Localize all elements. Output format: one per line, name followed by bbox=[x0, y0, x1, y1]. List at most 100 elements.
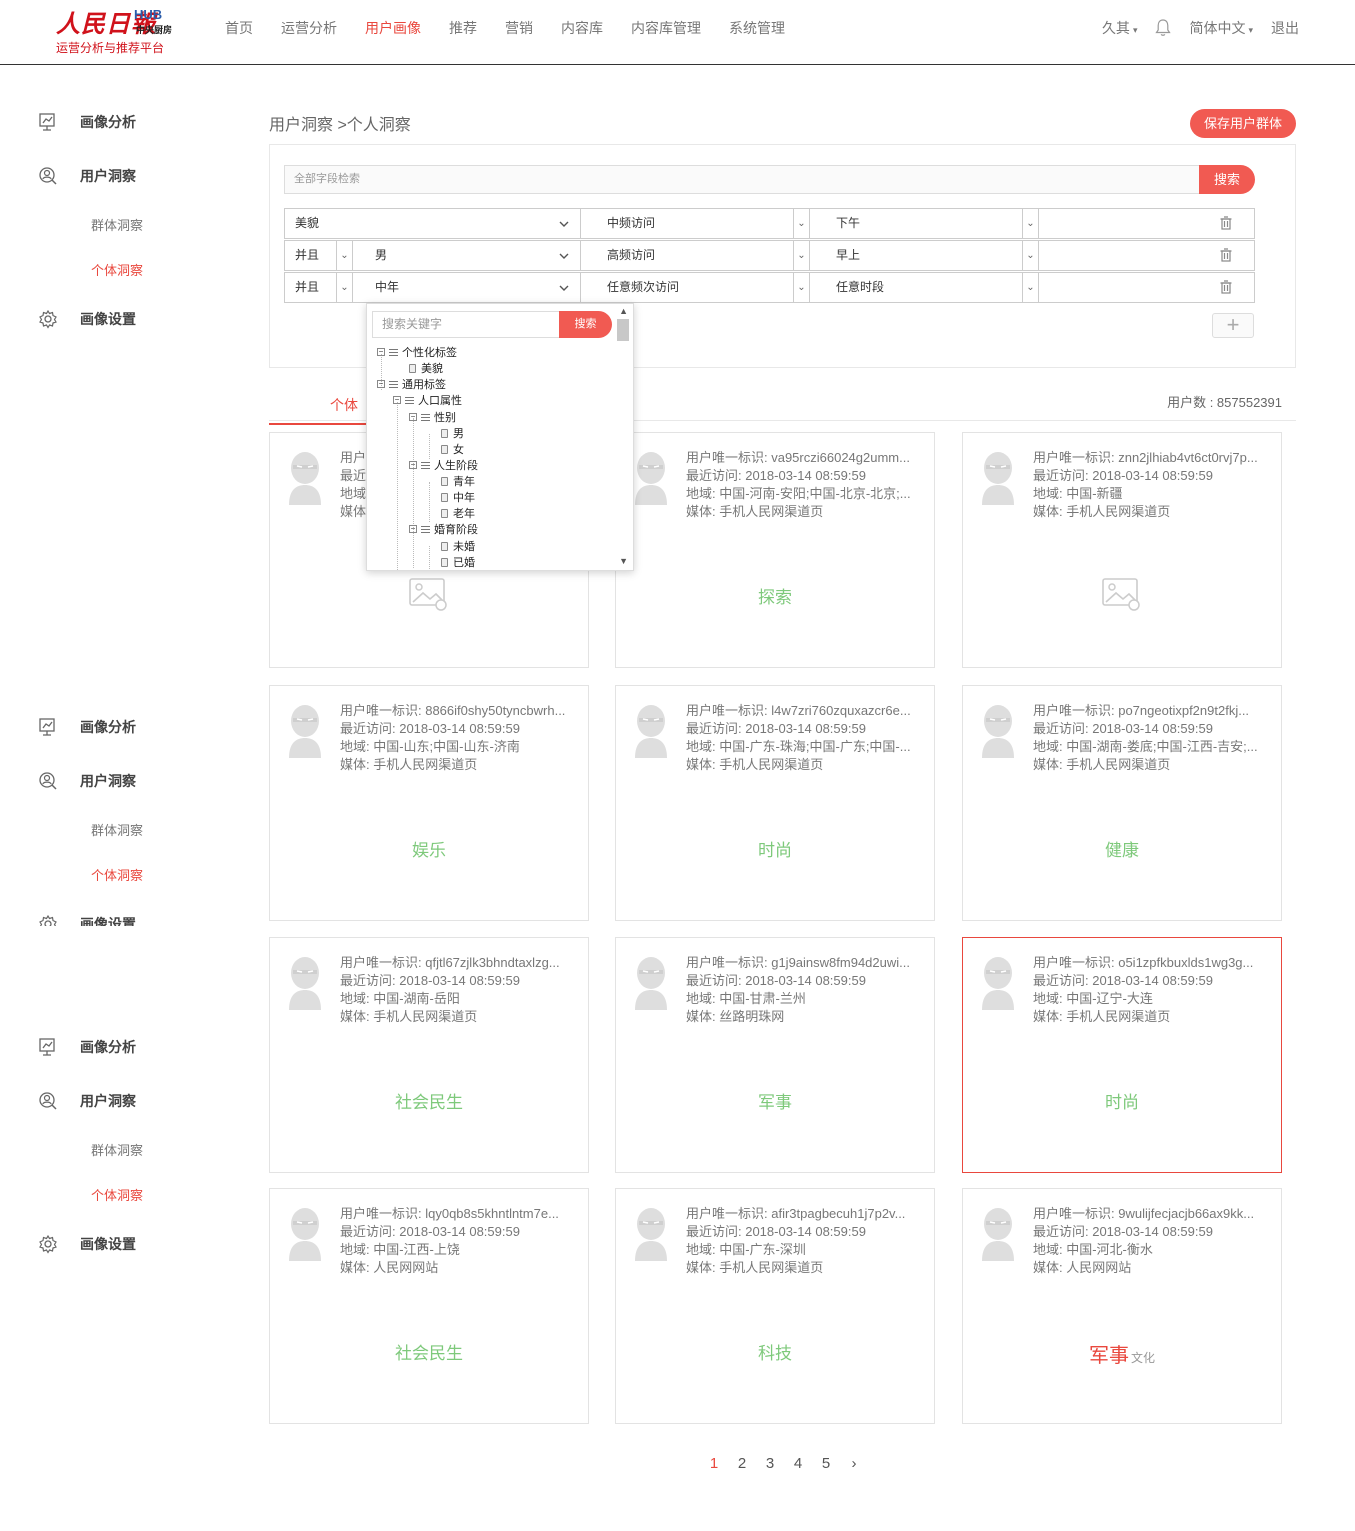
bell-icon[interactable] bbox=[1155, 19, 1172, 37]
nav-content-management[interactable]: 内容库管理 bbox=[631, 18, 701, 38]
tree-node[interactable]: − 人生阶段 bbox=[409, 458, 478, 472]
search-input[interactable]: 全部字段检索 bbox=[284, 165, 1200, 194]
sidebar-item-user-insight[interactable]: 用户洞察 bbox=[38, 1091, 136, 1111]
user-region: 地域: 中国-山东;中国-山东-济南 bbox=[340, 739, 520, 754]
period-select[interactable]: 早上 ⌄ bbox=[810, 241, 1039, 270]
scroll-thumb[interactable] bbox=[617, 319, 629, 341]
sidebar-item-portrait-settings[interactable]: 画像设置 bbox=[38, 1234, 136, 1254]
tag-select[interactable]: 中年 bbox=[353, 273, 581, 302]
user-card[interactable]: 用户唯一标识: o5i1zpfkbuxlds1wg3g... 最近访问: 2018… bbox=[962, 937, 1282, 1173]
sidebar-item-user-insight[interactable]: 用户洞察 bbox=[38, 166, 136, 186]
sidebar-item-individual-insight[interactable]: 个体洞察 bbox=[91, 1185, 143, 1204]
chevron-down-icon: ⌄ bbox=[336, 273, 352, 302]
sidebar-label: 画像分析 bbox=[80, 114, 136, 130]
user-card[interactable]: 用户唯一标识: znn2jlhiab4vt6ct0rvj7p... 最近访问: 2… bbox=[962, 432, 1282, 668]
main-nav: 首页 运营分析 用户画像 推荐 营销 内容库 内容库管理 系统管理 bbox=[225, 18, 813, 38]
nav-recommend[interactable]: 推荐 bbox=[449, 18, 477, 38]
nav-user-portrait[interactable]: 用户画像 bbox=[365, 18, 421, 38]
logout-link[interactable]: 退出 bbox=[1271, 18, 1299, 38]
sidebar-item-group-insight[interactable]: 群体洞察 bbox=[91, 215, 143, 234]
sidebar-item-user-insight[interactable]: 用户洞察 bbox=[38, 771, 136, 791]
logo[interactable]: 人民日報 HUB 中央厨房 运营分析与推荐平台 bbox=[56, 4, 186, 56]
user-card[interactable]: 用户唯一标识: po7ngeotixpf2n9t2fkj... 最近访问: 201… bbox=[962, 685, 1282, 921]
language-select[interactable]: 简体中文 ▾ bbox=[1189, 18, 1253, 38]
tree-node[interactable]: − 性别 bbox=[409, 410, 456, 424]
user-card[interactable]: 用户唯一标识: qfjtl67zjlk3bhndtaxlzg... 最近访问: 2… bbox=[269, 937, 589, 1173]
trash-icon[interactable] bbox=[1220, 280, 1232, 294]
sidebar-item-portrait-analysis[interactable]: 画像分析 bbox=[38, 112, 136, 132]
user-card[interactable]: 用户唯一标识: g1j9ainsw8fm94d2uwi... 最近访问: 2018… bbox=[615, 937, 935, 1173]
user-info: 用户唯一标识: znn2jlhiab4vt6ct0rvj7p... 最近访问: 2… bbox=[1033, 449, 1269, 521]
logic-select[interactable]: 并且 ⌄ bbox=[285, 241, 353, 270]
user-card[interactable]: 用户唯一标识: va95rczi66024g2umm... 最近访问: 2018-… bbox=[615, 432, 935, 668]
user-card[interactable]: 用户唯一标识: l4w7zri760zquxazcr6e... 最近访问: 201… bbox=[615, 685, 935, 921]
interest-tag: 科技 bbox=[758, 1344, 792, 1363]
tree-leaf[interactable]: 男 bbox=[441, 426, 464, 440]
sidebar-item-group-insight[interactable]: 群体洞察 bbox=[91, 820, 143, 839]
page-3[interactable]: 3 bbox=[756, 1455, 784, 1472]
tree-leaf[interactable]: 中年 bbox=[441, 490, 475, 504]
user-card[interactable]: 用户唯一标识: 8866if0shy50tyncbwrh... 最近访问: 201… bbox=[269, 685, 589, 921]
nav-marketing[interactable]: 营销 bbox=[505, 18, 533, 38]
sidebar-item-group-insight[interactable]: 群体洞察 bbox=[91, 1140, 143, 1159]
tag-select[interactable]: 男 bbox=[353, 241, 581, 270]
sidebar-item-individual-insight[interactable]: 个体洞察 bbox=[91, 865, 143, 884]
trash-icon[interactable] bbox=[1220, 248, 1232, 262]
logic-select[interactable]: 并且 ⌄ bbox=[285, 273, 353, 302]
tree-node[interactable]: − 个性化标签 bbox=[377, 345, 457, 359]
tag-select[interactable]: 美貌 bbox=[285, 209, 581, 238]
tag-value: 美貌 bbox=[295, 216, 320, 230]
nav-system[interactable]: 系统管理 bbox=[729, 18, 785, 38]
collapse-icon[interactable]: − bbox=[393, 396, 401, 404]
user-menu[interactable]: 久其 ▾ bbox=[1102, 18, 1138, 38]
tree-node[interactable]: − 通用标签 bbox=[377, 377, 446, 391]
filter-row: 美貌 中频访问 ⌄ 下午 ⌄ bbox=[284, 208, 1255, 239]
tree-search-input[interactable]: 搜索关键字 bbox=[372, 311, 560, 338]
tree-node-label: 人口属性 bbox=[418, 395, 462, 407]
period-select[interactable]: 下午 ⌄ bbox=[810, 209, 1039, 238]
trash-icon[interactable] bbox=[1220, 216, 1232, 230]
tree-leaf[interactable]: 青年 bbox=[441, 474, 475, 488]
period-select[interactable]: 任意时段 ⌄ bbox=[810, 273, 1039, 302]
tree-leaf[interactable]: 未婚 bbox=[441, 539, 475, 553]
page-1[interactable]: 1 bbox=[700, 1455, 728, 1472]
tree-node[interactable]: − 人口属性 bbox=[393, 393, 462, 407]
sidebar-item-individual-insight[interactable]: 个体洞察 bbox=[91, 260, 143, 279]
tree-leaf[interactable]: 女 bbox=[441, 442, 464, 456]
page-4[interactable]: 4 bbox=[784, 1455, 812, 1472]
sidebar-item-portrait-settings[interactable]: 画像设置 bbox=[38, 309, 136, 329]
collapse-icon[interactable]: − bbox=[409, 413, 417, 421]
nav-content-library[interactable]: 内容库 bbox=[561, 18, 603, 38]
page-5[interactable]: 5 bbox=[812, 1455, 840, 1472]
tree-leaf[interactable]: 美貌 bbox=[409, 361, 443, 375]
next-page-icon[interactable]: › bbox=[840, 1455, 868, 1472]
tree-leaf[interactable]: 老年 bbox=[441, 506, 475, 520]
collapse-icon[interactable]: − bbox=[409, 525, 417, 533]
collapse-icon[interactable]: − bbox=[409, 461, 417, 469]
sidebar-item-portrait-analysis[interactable]: 画像分析 bbox=[38, 717, 136, 737]
frequency-select[interactable]: 高频访问 ⌄ bbox=[581, 241, 810, 270]
scroll-up-icon[interactable]: ▲ bbox=[619, 306, 628, 316]
user-card[interactable]: 用户唯一标识: 9wulijfecjacjb66ax9kk... 最近访问: 20… bbox=[962, 1188, 1282, 1424]
user-card[interactable]: 用户唯一标识: afir3tpagbecuh1j7p2v... 最近访问: 201… bbox=[615, 1188, 935, 1424]
collapse-icon[interactable]: − bbox=[377, 380, 385, 388]
search-button[interactable]: 搜索 bbox=[1199, 165, 1255, 194]
avatar-icon bbox=[635, 957, 667, 1010]
sidebar-item-portrait-analysis[interactable]: 画像分析 bbox=[38, 1037, 136, 1057]
tree-search-button[interactable]: 搜索 bbox=[559, 311, 612, 338]
frequency-select[interactable]: 中频访问 ⌄ bbox=[581, 209, 810, 238]
nav-home[interactable]: 首页 bbox=[225, 18, 253, 38]
scroll-down-icon[interactable]: ▼ bbox=[619, 556, 628, 566]
frequency-select[interactable]: 任意频次访问 ⌄ bbox=[581, 273, 810, 302]
collapse-icon[interactable]: − bbox=[377, 348, 385, 356]
sidebar-item-portrait-settings[interactable]: 画像设置 bbox=[38, 914, 136, 926]
scrollbar[interactable] bbox=[618, 307, 630, 569]
page-2[interactable]: 2 bbox=[728, 1455, 756, 1472]
chevron-down-icon: ⌄ bbox=[793, 209, 809, 238]
tree-leaf[interactable]: 已婚 bbox=[441, 555, 475, 569]
user-card[interactable]: 用户唯一标识: lqy0qb8s5khntlntm7e... 最近访问: 2018… bbox=[269, 1188, 589, 1424]
tree-node[interactable]: − 婚育阶段 bbox=[409, 522, 478, 536]
save-user-group-button[interactable]: 保存用户群体 bbox=[1190, 109, 1296, 138]
nav-operations[interactable]: 运营分析 bbox=[281, 18, 337, 38]
add-filter-button[interactable]: + bbox=[1212, 313, 1254, 338]
